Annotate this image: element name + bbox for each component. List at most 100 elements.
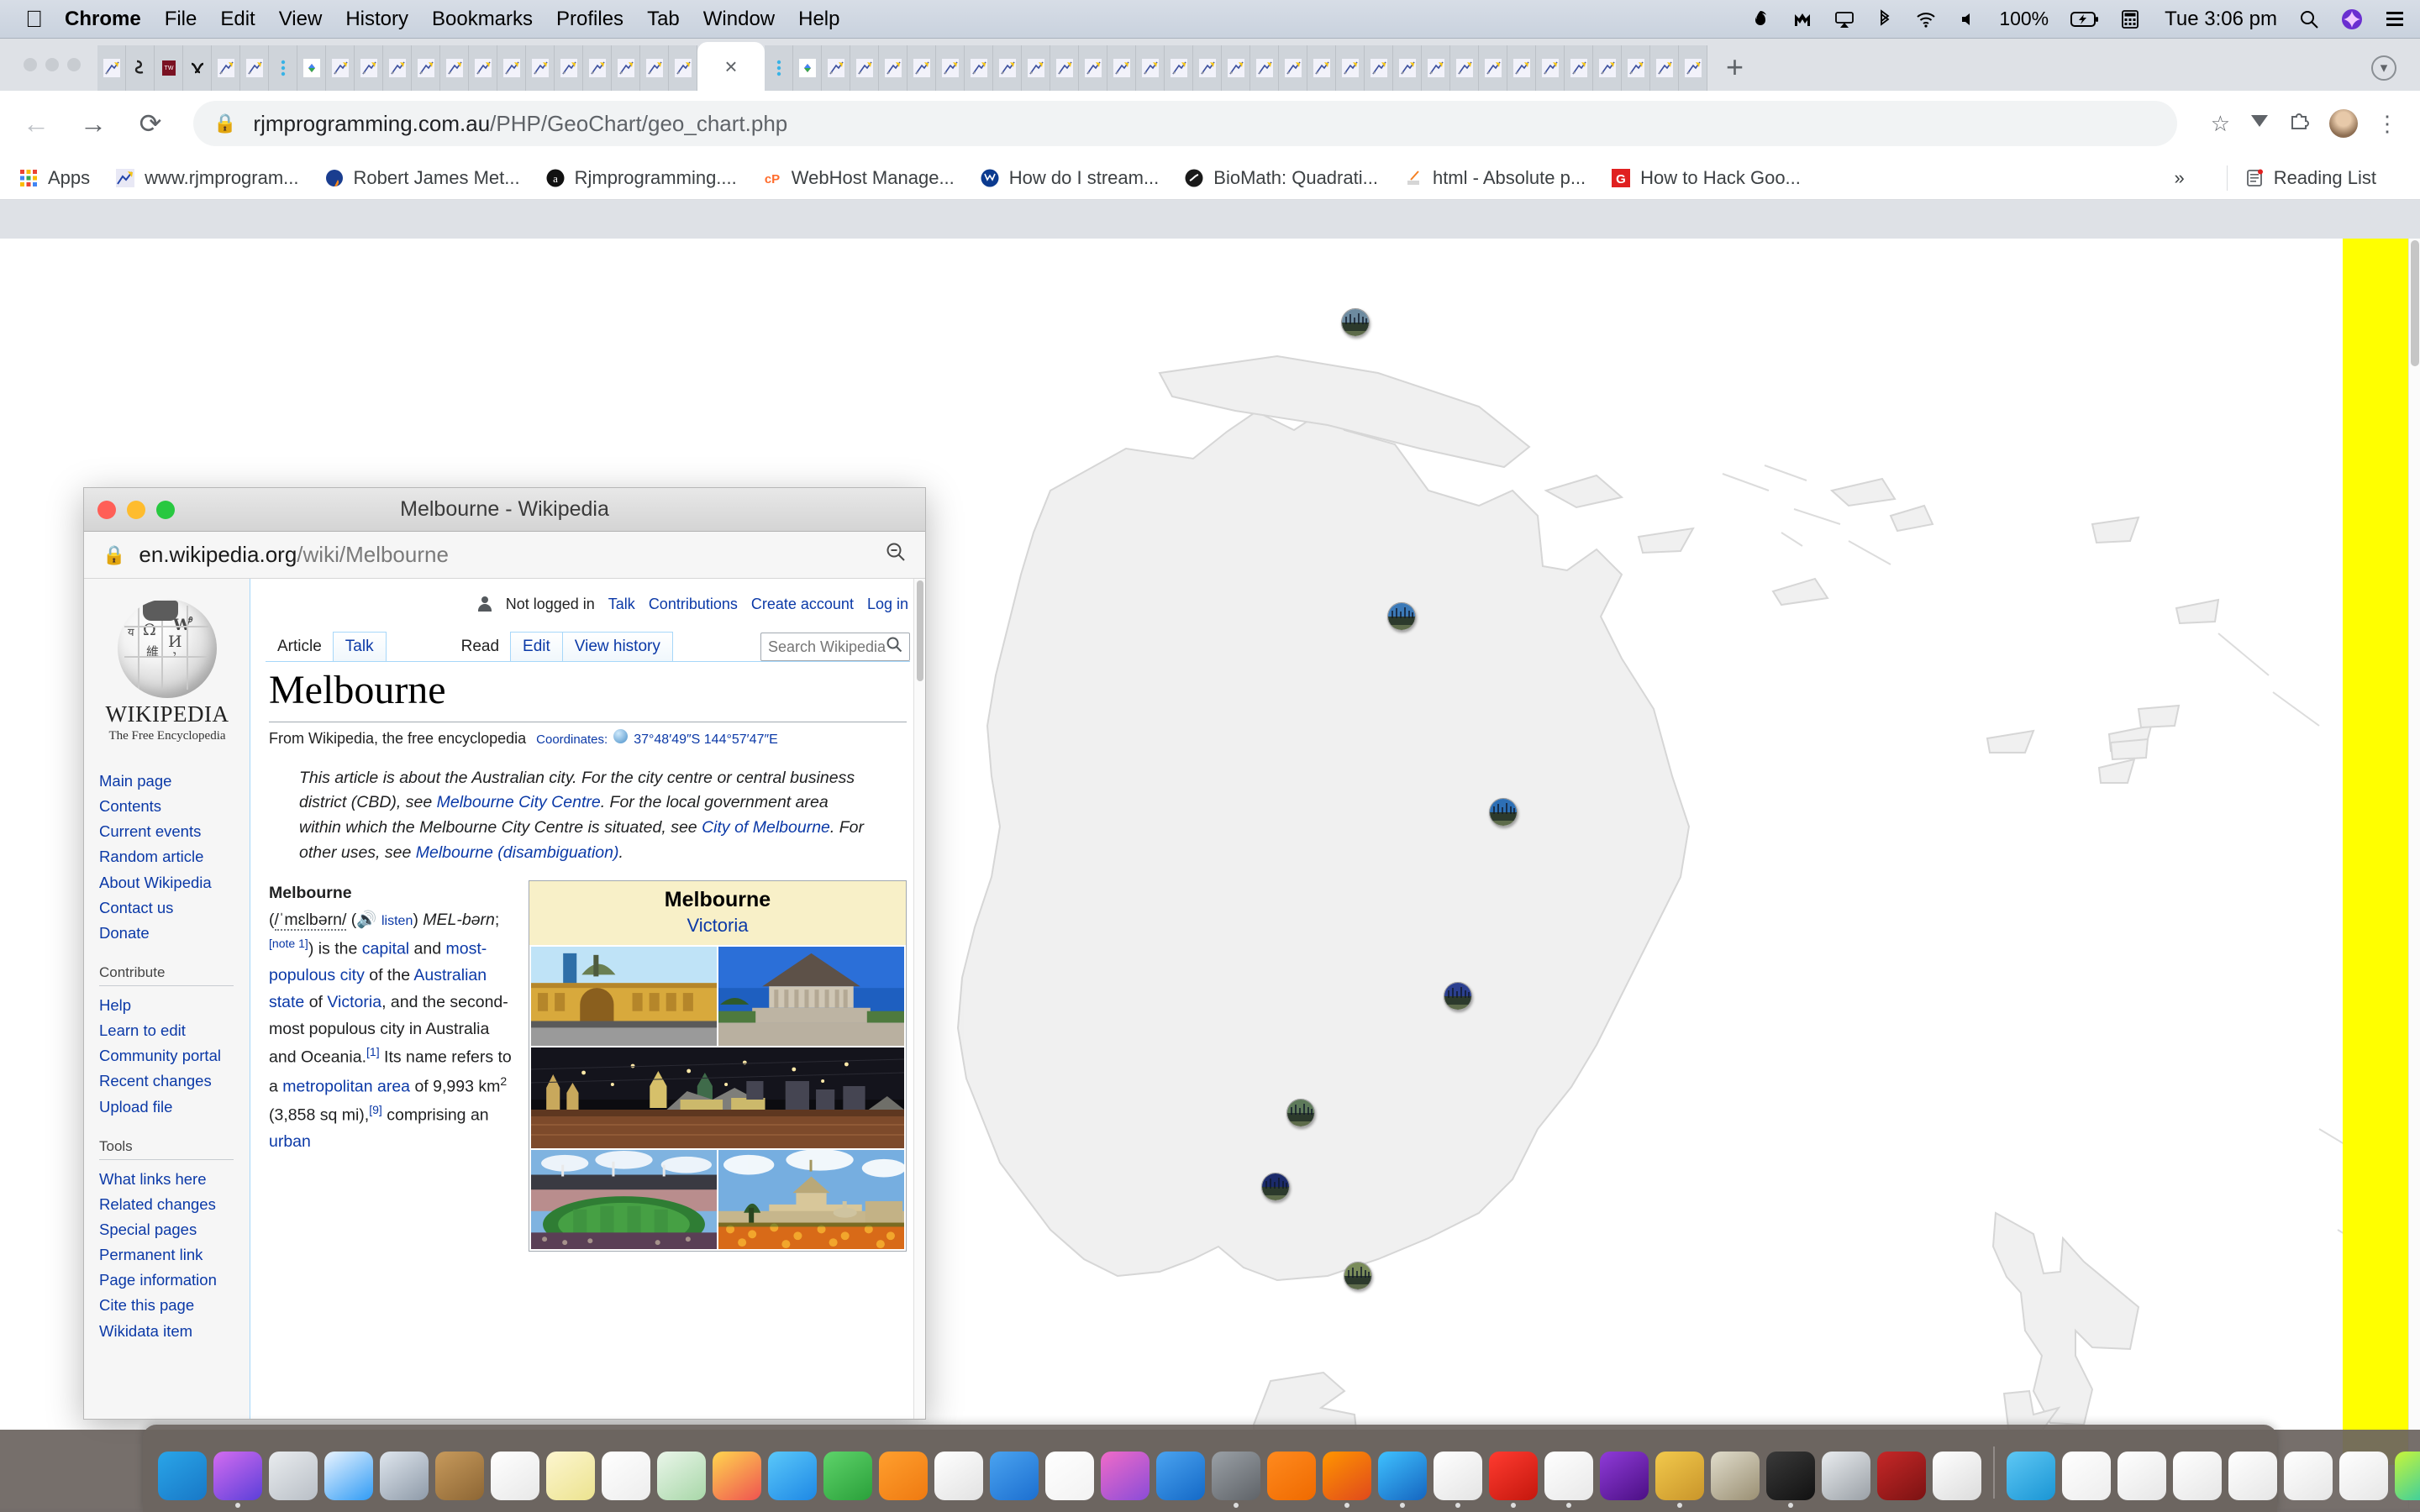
calculator-icon[interactable] (2121, 9, 2139, 29)
nav-community-portal[interactable]: Community portal (99, 1043, 250, 1068)
tab-item[interactable] (1679, 45, 1707, 91)
menu-item-bookmarks[interactable]: Bookmarks (432, 8, 533, 31)
tab-item[interactable] (326, 45, 355, 91)
tab-item[interactable] (1222, 45, 1250, 91)
coordinates-value[interactable]: 37°48′49″S 144°57′47″E (634, 732, 778, 748)
tab-item[interactable] (212, 45, 240, 91)
malwarebytes-icon[interactable] (1792, 9, 1812, 29)
opera-icon[interactable] (1489, 1452, 1538, 1508)
tab-item[interactable] (97, 45, 126, 91)
link-capital[interactable]: capital (362, 939, 409, 958)
menu-item-edit[interactable]: Edit (220, 8, 255, 31)
marker-cairns[interactable] (1387, 602, 1416, 631)
listen-link[interactable]: listen (381, 914, 413, 928)
close-icon[interactable]: × (724, 54, 737, 80)
wikipedia-popup-window[interactable]: Melbourne - Wikipedia 🔒 en.wikipedia.org… (83, 487, 926, 1420)
scrollbar-thumb[interactable] (2411, 240, 2419, 366)
tab-item[interactable] (526, 45, 555, 91)
itunes-icon[interactable] (1101, 1452, 1150, 1500)
minimize-button[interactable] (45, 58, 59, 71)
photo-federation-square-night[interactable] (531, 1047, 904, 1149)
bookmark-html-absolute-p[interactable]: html - Absolute p... (1403, 167, 1586, 189)
bluetooth-icon[interactable] (1876, 8, 1893, 29)
chrome-menu-icon[interactable]: ⋮ (2376, 111, 2398, 137)
maps-icon[interactable] (657, 1452, 706, 1500)
search-icon[interactable] (886, 636, 902, 658)
menu-item-view[interactable]: View (279, 8, 323, 31)
popup-address-bar[interactable]: 🔒 en.wikipedia.org/wiki/Melbourne (84, 532, 925, 579)
link-victoria[interactable]: Victoria (327, 993, 381, 1011)
battery-charging-icon[interactable] (2070, 10, 2099, 29)
tab-item[interactable] (469, 45, 497, 91)
wikipedia-search-box[interactable] (760, 633, 910, 661)
profile-avatar[interactable] (2329, 109, 2358, 138)
tab-item[interactable] (669, 45, 697, 91)
photo-royal-exhibition-building[interactable] (718, 1150, 904, 1250)
menu-item-window[interactable]: Window (703, 8, 775, 31)
photobooth-icon[interactable] (380, 1452, 429, 1500)
tab-item[interactable] (1165, 45, 1193, 91)
menu-item-file[interactable]: File (165, 8, 197, 31)
bookmark-biomath[interactable]: BioMath: Quadrati... (1184, 167, 1378, 189)
speaker-icon[interactable]: 🔊 (356, 911, 376, 929)
coordinates-label[interactable]: Coordinates: (536, 732, 608, 747)
nav-main-page[interactable]: Main page (99, 769, 250, 794)
tab-item[interactable] (440, 45, 469, 91)
user-link-create-account[interactable]: Create account (751, 596, 854, 613)
menu-bar-clock[interactable]: Tue 3:06 pm (2165, 8, 2277, 31)
tab-item[interactable] (1022, 45, 1050, 91)
zoom-out-icon[interactable] (885, 541, 907, 569)
tab-item[interactable] (583, 45, 612, 91)
gimp-icon[interactable] (1711, 1452, 1760, 1500)
tab-item[interactable] (497, 45, 526, 91)
brave-icon[interactable] (1544, 1452, 1593, 1508)
user-link-talk[interactable]: Talk (608, 596, 635, 613)
bookmark-how-do-i-stream[interactable]: How do I stream... (980, 167, 1159, 189)
tab-item[interactable] (1622, 45, 1650, 91)
marker-sydney[interactable] (1444, 982, 1472, 1011)
bookmark-how-to-hack-goo[interactable]: G How to Hack Goo... (1611, 167, 1801, 189)
tab-item[interactable] (1307, 45, 1336, 91)
tab-item[interactable] (612, 45, 640, 91)
wikipedia-logo[interactable]: Ω W И 維 י و य WIKIPEDIA The Free Encyclo… (84, 599, 250, 743)
photo-mcg-stadium[interactable] (531, 1150, 717, 1250)
address-bar[interactable]: 🔒 rjmprogramming.com.au/PHP/GeoChart/geo… (193, 101, 2177, 146)
chrome-window-icon[interactable] (2395, 1452, 2420, 1500)
sketchup-icon[interactable] (1822, 1452, 1870, 1500)
tab-item[interactable] (1393, 45, 1422, 91)
nav-help[interactable]: Help (99, 993, 250, 1018)
tab-item[interactable] (1250, 45, 1279, 91)
nav-what-links-here[interactable]: What links here (99, 1167, 250, 1192)
calendar-icon[interactable] (491, 1452, 539, 1500)
tab-item[interactable] (908, 45, 936, 91)
tab-item[interactable] (1450, 45, 1479, 91)
tab-item[interactable] (640, 45, 669, 91)
tab-item[interactable] (936, 45, 965, 91)
tab-item[interactable] (1279, 45, 1307, 91)
finder-window-4-icon[interactable] (2284, 1452, 2333, 1500)
tab-item[interactable] (1193, 45, 1222, 91)
tab-item[interactable]: TW (155, 45, 183, 91)
nav-about-wikipedia[interactable]: About Wikipedia (99, 870, 250, 895)
infobox-subtitle[interactable]: Victoria (529, 915, 906, 946)
news-icon[interactable] (1045, 1452, 1094, 1500)
search-input[interactable] (768, 638, 886, 656)
nav-wikidata-item[interactable]: Wikidata item (99, 1319, 250, 1344)
back-button[interactable]: ← (22, 108, 50, 139)
hatnote-link-melbourne-city-centre[interactable]: Melbourne City Centre (437, 793, 601, 811)
nav-learn-to-edit[interactable]: Learn to edit (99, 1018, 250, 1043)
facetime-icon[interactable] (823, 1452, 872, 1500)
reload-button[interactable]: ⟳ (136, 108, 165, 139)
tab-item[interactable] (240, 45, 269, 91)
numbers-icon[interactable] (934, 1452, 983, 1500)
nav-upload-file[interactable]: Upload file (99, 1095, 250, 1120)
tab-item[interactable] (555, 45, 583, 91)
tab-item[interactable] (412, 45, 440, 91)
tab-item[interactable] (383, 45, 412, 91)
tab-active[interactable]: × (697, 42, 765, 91)
downloads-folder-icon[interactable] (2007, 1452, 2055, 1500)
menu-item-help[interactable]: Help (798, 8, 839, 31)
marker-canberra[interactable] (1286, 1099, 1315, 1127)
filezilla-icon[interactable] (1655, 1452, 1704, 1508)
finder-window-1-icon[interactable] (2118, 1452, 2166, 1500)
